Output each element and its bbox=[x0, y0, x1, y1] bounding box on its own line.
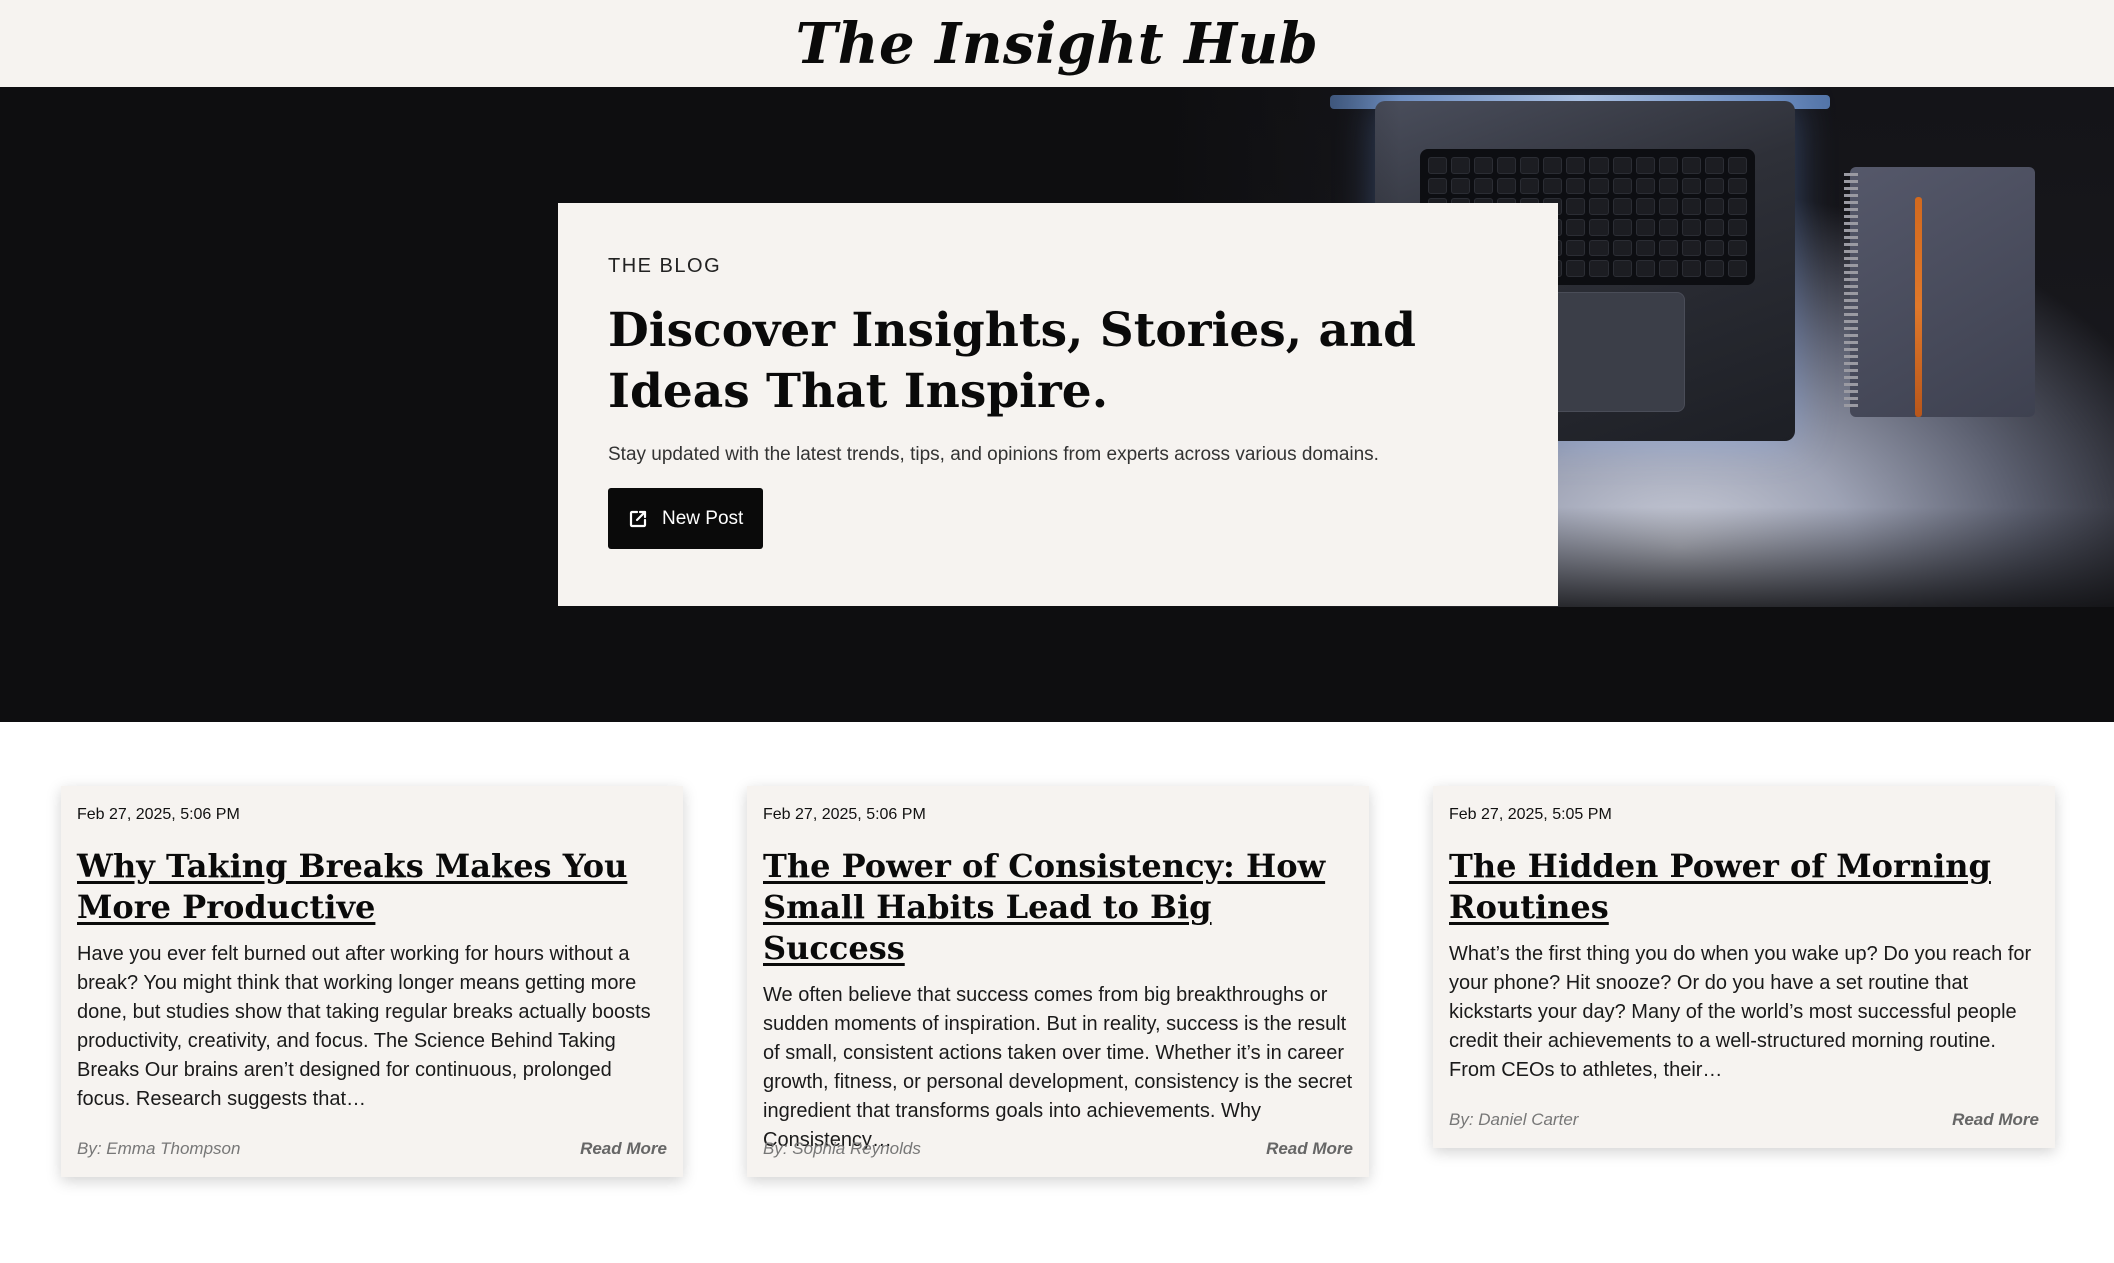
keyboard-key bbox=[1681, 177, 1701, 195]
read-more-link[interactable]: Read More bbox=[1952, 1110, 2039, 1130]
site-header: The Insight Hub bbox=[0, 0, 2114, 87]
keyboard-key bbox=[1566, 239, 1586, 257]
keyboard-key bbox=[1658, 177, 1678, 195]
keyboard-key bbox=[1635, 177, 1655, 195]
keyboard-key bbox=[1727, 260, 1747, 277]
new-post-button[interactable]: New Post bbox=[608, 488, 764, 549]
notebook-image bbox=[1850, 167, 2035, 417]
keyboard-key bbox=[1658, 260, 1678, 277]
keyboard-key bbox=[1704, 260, 1724, 277]
keyboard-key bbox=[1704, 157, 1724, 174]
keyboard-key bbox=[1612, 177, 1632, 195]
notebook-spiral bbox=[1844, 173, 1858, 409]
keyboard-key bbox=[1704, 177, 1724, 195]
keyboard-key bbox=[1658, 157, 1678, 174]
keyboard-key bbox=[1589, 177, 1609, 195]
keyboard-key bbox=[1451, 157, 1471, 174]
post-excerpt: What’s the first thing you do when you w… bbox=[1449, 943, 2032, 1081]
keyboard-key bbox=[1635, 218, 1655, 236]
post-author: By: Sophia Reynolds bbox=[763, 1139, 921, 1158]
keyboard-key bbox=[1681, 260, 1701, 277]
post-meta: By: Emma Thompson Read More bbox=[77, 1139, 667, 1159]
keyboard-key bbox=[1612, 239, 1632, 257]
post-title-link[interactable]: The Hidden Power of Morning Routines bbox=[1449, 846, 2039, 928]
keyboard-key bbox=[1658, 198, 1678, 215]
post-meta: By: Daniel Carter Read More bbox=[1449, 1110, 2039, 1130]
post-title-link[interactable]: The Power of Consistency: How Small Habi… bbox=[763, 846, 1353, 969]
keyboard-key bbox=[1704, 218, 1724, 236]
keyboard-key bbox=[1589, 218, 1609, 236]
keyboard-key bbox=[1612, 198, 1632, 215]
hero-card: THE BLOG Discover Insights, Stories, and… bbox=[558, 203, 1558, 606]
post-date: Feb 27, 2025, 5:06 PM bbox=[763, 806, 926, 823]
keyboard-key bbox=[1566, 157, 1586, 174]
post-date: Feb 27, 2025, 5:06 PM bbox=[77, 806, 240, 823]
keyboard-key bbox=[1635, 260, 1655, 277]
keyboard-key bbox=[1566, 198, 1586, 215]
keyboard-key bbox=[1727, 198, 1747, 215]
keyboard-key bbox=[1681, 239, 1701, 257]
keyboard-key bbox=[1635, 239, 1655, 257]
hero-kicker: THE BLOG bbox=[608, 255, 722, 277]
keyboard-key bbox=[1497, 177, 1517, 195]
keyboard-key bbox=[1589, 157, 1609, 174]
keyboard-key bbox=[1589, 239, 1609, 257]
post-author: By: Emma Thompson bbox=[77, 1139, 241, 1158]
keyboard-key bbox=[1474, 177, 1494, 195]
keyboard-key bbox=[1474, 157, 1494, 174]
external-link-icon bbox=[628, 509, 648, 529]
read-more-link[interactable]: Read More bbox=[580, 1139, 667, 1159]
post-author: By: Daniel Carter bbox=[1449, 1110, 1579, 1129]
keyboard-key bbox=[1589, 198, 1609, 215]
posts-section: Feb 27, 2025, 5:06 PM Why Taking Breaks … bbox=[0, 722, 2114, 1263]
keyboard-key bbox=[1566, 260, 1586, 277]
keyboard-key bbox=[1727, 239, 1747, 257]
pencil-image bbox=[1915, 197, 1922, 417]
post-card: Feb 27, 2025, 5:06 PM The Power of Consi… bbox=[747, 786, 1369, 1177]
keyboard-key bbox=[1635, 198, 1655, 215]
hero-heading: Discover Insights, Stories, and Ideas Th… bbox=[608, 303, 1416, 419]
post-card: Feb 27, 2025, 5:06 PM Why Taking Breaks … bbox=[61, 786, 683, 1177]
keyboard-key bbox=[1727, 177, 1747, 195]
keyboard-key bbox=[1543, 157, 1563, 174]
keyboard-key bbox=[1681, 157, 1701, 174]
keyboard-key bbox=[1681, 198, 1701, 215]
keyboard-key bbox=[1681, 218, 1701, 236]
keyboard-key bbox=[1635, 157, 1655, 174]
keyboard-key bbox=[1658, 239, 1678, 257]
keyboard-key bbox=[1658, 218, 1678, 236]
keyboard-key bbox=[1428, 157, 1448, 174]
keyboard-key bbox=[1428, 177, 1448, 195]
post-card: Feb 27, 2025, 5:05 PM The Hidden Power o… bbox=[1433, 786, 2055, 1148]
post-meta: By: Sophia Reynolds Read More bbox=[763, 1139, 1353, 1159]
keyboard-key bbox=[1612, 157, 1632, 174]
keyboard-key bbox=[1704, 239, 1724, 257]
keyboard-key bbox=[1589, 260, 1609, 277]
keyboard-key bbox=[1497, 157, 1517, 174]
keyboard-key bbox=[1520, 177, 1540, 195]
keyboard-key bbox=[1520, 157, 1540, 174]
post-date: Feb 27, 2025, 5:05 PM bbox=[1449, 806, 1612, 823]
keyboard-key bbox=[1612, 260, 1632, 277]
read-more-link[interactable]: Read More bbox=[1266, 1139, 1353, 1159]
post-excerpt: We often believe that success comes from… bbox=[763, 984, 1353, 1151]
site-title: The Insight Hub bbox=[795, 10, 1319, 77]
keyboard-key bbox=[1543, 177, 1563, 195]
new-post-label: New Post bbox=[662, 507, 744, 529]
hero-subheading: Stay updated with the latest trends, tip… bbox=[608, 444, 1379, 465]
keyboard-key bbox=[1612, 218, 1632, 236]
keyboard-key bbox=[1704, 198, 1724, 215]
post-excerpt: Have you ever felt burned out after work… bbox=[77, 943, 651, 1110]
keyboard-key bbox=[1727, 218, 1747, 236]
keyboard-key bbox=[1566, 218, 1586, 236]
keyboard-key bbox=[1566, 177, 1586, 195]
keyboard-key bbox=[1451, 177, 1471, 195]
post-title-link[interactable]: Why Taking Breaks Makes You More Product… bbox=[77, 846, 667, 928]
keyboard-key bbox=[1727, 157, 1747, 174]
